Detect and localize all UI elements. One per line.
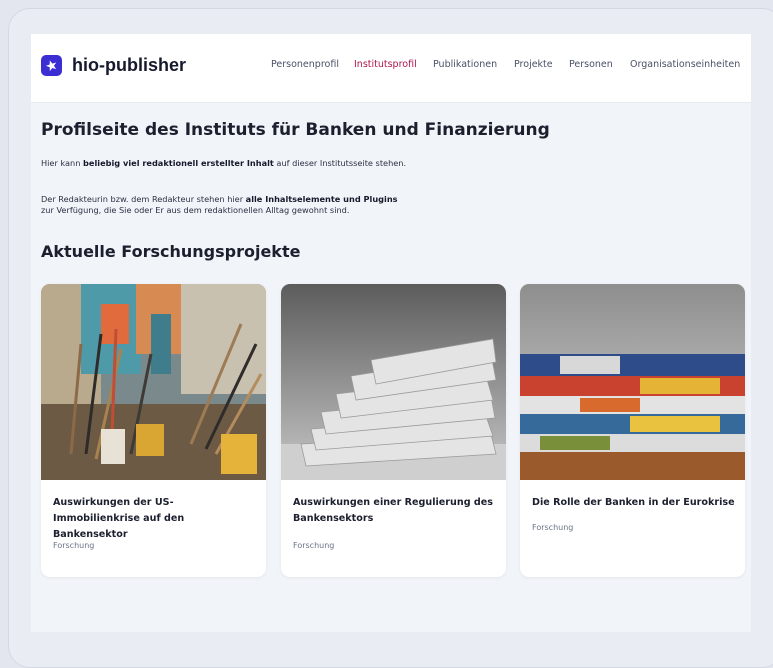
intro-pre: Hier kann	[41, 158, 84, 168]
project-card[interactable]: Auswirkungen einer Regulierung des Banke…	[281, 284, 506, 577]
paint-brushes-photo	[41, 284, 266, 480]
nav-item-organisationseinheiten[interactable]: Organisationseinheiten	[630, 59, 740, 70]
header: hio-publisher Personenprofil Institutspr…	[31, 34, 751, 103]
card-title[interactable]: Auswirkungen der US-Immobilienkrise auf …	[53, 495, 258, 543]
star-icon	[41, 55, 62, 76]
card-tag: Forschung	[53, 541, 95, 550]
editor-text-line2: zur Verfügung, die Sie oder Er aus dem r…	[41, 205, 350, 215]
card-tag: Forschung	[293, 541, 335, 550]
nav-item-personen[interactable]: Personen	[569, 59, 613, 70]
card-tag: Forschung	[532, 523, 574, 532]
nav-item-publikationen[interactable]: Publikationen	[433, 59, 497, 70]
card-title[interactable]: Die Rolle der Banken in der Eurokrise	[532, 495, 737, 511]
editor-text: Der Redakteurin bzw. dem Redakteur stehe…	[41, 194, 398, 216]
section-title: Aktuelle Forschungsprojekte	[41, 242, 301, 261]
project-card[interactable]: Die Rolle der Banken in der Eurokrise Fo…	[520, 284, 745, 577]
nav-item-institutsprofil[interactable]: Institutsprofil	[354, 59, 417, 70]
intro-bold: beliebig viel redaktionell erstellter In…	[83, 158, 274, 168]
intro-post: auf dieser Institutsseite stehen.	[273, 158, 407, 168]
brand-logo[interactable]: hio-publisher	[41, 55, 186, 76]
page-title: Profilseite des Instituts für Banken und…	[41, 120, 550, 140]
app-window: hio-publisher Personenprofil Institutspr…	[31, 34, 751, 632]
intro-text: Hier kann beliebig viel redaktionell ers…	[41, 158, 406, 169]
project-card[interactable]: Auswirkungen der US-Immobilienkrise auf …	[41, 284, 266, 577]
card-title[interactable]: Auswirkungen einer Regulierung des Banke…	[293, 495, 498, 527]
nav-item-projekte[interactable]: Projekte	[514, 59, 553, 70]
brand-name: hio-publisher	[72, 55, 186, 75]
newspaper-stack-photo	[281, 284, 506, 480]
nav-item-personenprofil[interactable]: Personenprofil	[271, 59, 339, 70]
colorful-newspapers-photo	[520, 284, 745, 480]
editor-text-pre: Der Redakteurin bzw. dem Redakteur stehe…	[41, 194, 246, 204]
editor-text-bold: alle Inhaltselemente und Plugins	[245, 194, 398, 204]
